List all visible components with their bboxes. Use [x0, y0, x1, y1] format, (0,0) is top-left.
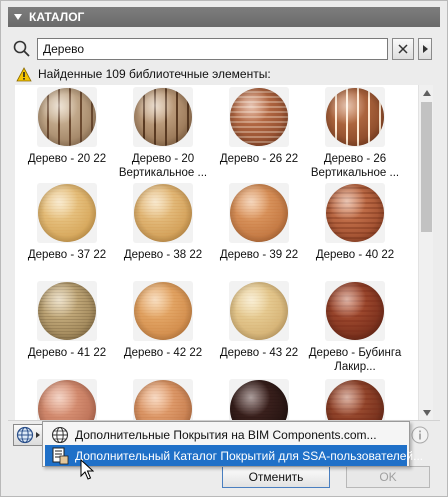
close-icon — [398, 44, 408, 54]
material-sphere — [230, 88, 288, 146]
material-label: Дерево - 20 Вертикальное ... — [118, 153, 208, 179]
catalog-document-icon — [52, 447, 69, 464]
material-item[interactable]: Дерево - 41 22 — [19, 281, 115, 360]
material-preview — [229, 183, 289, 243]
material-sphere — [134, 184, 192, 242]
material-item[interactable]: Дерево - 39 22 — [211, 183, 307, 262]
material-sphere — [38, 380, 96, 420]
material-preview — [325, 281, 385, 341]
material-sphere — [326, 380, 384, 420]
material-item[interactable]: Дерево - 43 22 — [211, 281, 307, 360]
chevron-up-icon — [422, 89, 431, 96]
material-preview — [229, 379, 289, 420]
material-preview — [37, 183, 97, 243]
online-sources-menu: Дополнительные Покрытия на BIM Component… — [42, 421, 423, 467]
results-status: Найденные 109 библиотечные элементы: — [38, 67, 271, 81]
material-label: Дерево - 41 22 — [27, 347, 107, 359]
material-preview — [133, 379, 193, 420]
material-item[interactable]: Дерево - 40 22 — [307, 183, 403, 262]
material-sphere — [230, 380, 288, 420]
material-label: Дерево - 37 22 — [27, 249, 107, 261]
material-sphere — [134, 88, 192, 146]
material-item[interactable] — [307, 379, 403, 420]
material-sphere — [326, 282, 384, 340]
material-grid[interactable]: Дерево - 20 22 Дерево - 20 Вертикальное .… — [15, 85, 418, 420]
material-preview — [37, 281, 97, 341]
material-sphere — [38, 184, 96, 242]
menu-item-ssa-catalog[interactable]: Дополнительный Каталог Покрытий для SSA-… — [45, 445, 423, 466]
material-sphere — [134, 282, 192, 340]
material-sphere — [134, 380, 192, 420]
material-label: Дерево - 40 22 — [315, 249, 395, 261]
material-item[interactable]: Дерево - Бубинга Лакир... — [307, 281, 403, 374]
mouse-cursor-icon — [80, 459, 94, 480]
material-preview — [229, 87, 289, 147]
material-preview — [133, 281, 193, 341]
catalog-title: КАТАЛОГ — [29, 10, 85, 24]
material-label: Дерево - 43 22 — [219, 347, 299, 359]
material-item[interactable]: Дерево - 37 22 — [19, 183, 115, 262]
material-preview — [325, 379, 385, 420]
material-item[interactable]: Дерево - 26 22 — [211, 87, 307, 166]
scroll-thumb[interactable] — [421, 102, 432, 232]
material-sphere — [326, 88, 384, 146]
material-item[interactable]: Дерево - 26 Вертикальное ... — [307, 87, 403, 180]
material-item[interactable]: Дерево - 20 22 — [19, 87, 115, 166]
globe-icon — [16, 426, 34, 444]
menu-item-bim-components[interactable]: Дополнительные Покрытия на BIM Component… — [45, 424, 407, 445]
material-sphere — [38, 282, 96, 340]
material-preview — [133, 87, 193, 147]
search-input[interactable] — [37, 38, 388, 60]
chevron-right-icon — [422, 45, 428, 53]
material-item[interactable]: Дерево - 38 22 — [115, 183, 211, 262]
cancel-button[interactable]: Отменить — [222, 466, 330, 488]
warning-icon — [16, 67, 32, 82]
material-item[interactable] — [211, 379, 307, 420]
search-options-button[interactable] — [418, 38, 432, 60]
material-sphere — [326, 184, 384, 242]
material-label: Дерево - 26 22 — [219, 153, 299, 165]
ok-button[interactable]: OK — [346, 466, 430, 488]
scroll-up-button[interactable] — [419, 85, 434, 100]
material-label: Дерево - 42 22 — [123, 347, 203, 359]
material-label: Дерево - Бубинга Лакир... — [308, 347, 402, 373]
search-icon — [13, 40, 30, 57]
material-preview — [325, 87, 385, 147]
vertical-scrollbar[interactable] — [418, 85, 433, 420]
material-preview — [133, 183, 193, 243]
material-label: Дерево - 39 22 — [219, 249, 299, 261]
online-sources-button[interactable] — [13, 424, 43, 446]
menu-item-label: Дополнительные Покрытия на BIM Component… — [75, 427, 377, 442]
collapse-triangle-icon[interactable] — [14, 14, 22, 20]
material-preview — [325, 183, 385, 243]
chevron-down-icon — [422, 409, 431, 416]
material-preview — [37, 87, 97, 147]
material-label: Дерево - 26 Вертикальное ... — [310, 153, 400, 179]
material-preview — [229, 281, 289, 341]
chevron-right-icon — [36, 432, 40, 438]
info-icon[interactable] — [411, 426, 429, 444]
clear-search-button[interactable] — [392, 38, 414, 60]
catalog-header[interactable]: КАТАЛОГ — [8, 7, 440, 27]
material-sphere — [38, 88, 96, 146]
scroll-down-button[interactable] — [419, 405, 434, 420]
material-sphere — [230, 282, 288, 340]
menu-item-label: Дополнительный Каталог Покрытий для SSA-… — [75, 448, 424, 463]
globe-icon — [51, 426, 69, 443]
material-item[interactable] — [115, 379, 211, 420]
material-item[interactable]: Дерево - 20 Вертикальное ... — [115, 87, 211, 180]
material-label: Дерево - 38 22 — [123, 249, 203, 261]
material-item[interactable]: Дерево - 42 22 — [115, 281, 211, 360]
material-label: Дерево - 20 22 — [27, 153, 107, 165]
material-sphere — [230, 184, 288, 242]
material-item[interactable] — [19, 379, 115, 420]
material-preview — [37, 379, 97, 420]
